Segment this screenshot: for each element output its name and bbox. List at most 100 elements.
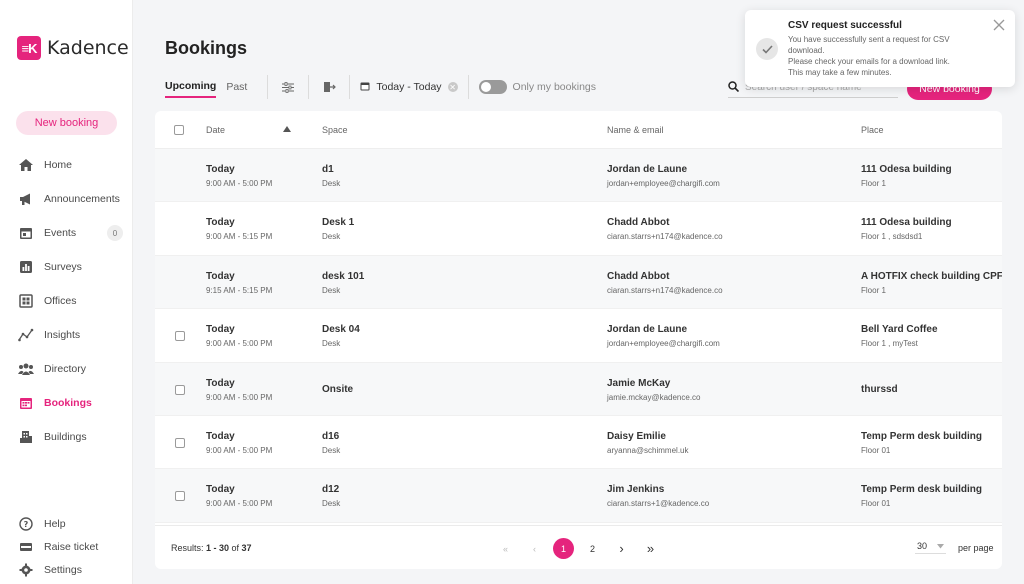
date-cell: Today 9:00 AM - 5:00 PM [206,324,272,348]
table-row[interactable]: Today 9:00 AM - 5:00 PM d1 Desk Jordan de La… [155,149,1002,203]
date-range-filter[interactable]: Today - Today ✕ [360,81,458,94]
place-cell: A HOTFIX check building CPF-3 Floor 1 [861,271,1002,295]
sidebar-item-offices[interactable]: Offices [0,284,133,318]
prev-page-icon[interactable]: ‹ [524,538,545,559]
sidebar-item-settings[interactable]: Settings [0,558,133,581]
place-cell: thurssd [861,384,898,395]
calendar-small-icon [360,81,370,94]
sidebar-new-booking-button[interactable]: New booking [16,111,117,135]
person-name: Chadd Abbot [607,270,670,282]
export-csv-icon[interactable] [319,77,339,97]
sort-ascending-icon[interactable] [283,126,291,132]
page-2-button[interactable]: 2 [582,538,603,559]
person-email: jamie.mckay@kadence.co [607,392,701,402]
place-detail: Floor 01 [861,445,891,455]
select-all-checkbox[interactable] [174,124,184,135]
sidebar-item-events[interactable]: Events 0 [0,216,133,250]
last-page-icon[interactable]: » [640,538,661,559]
name-email-cell: Chadd Abbot ciaran.starrs+n174@kadence.co [607,217,723,241]
results-of: of [229,543,242,553]
sidebar-item-buildings[interactable]: Buildings [0,420,133,454]
home-icon [18,157,34,173]
row-checkbox[interactable] [175,331,185,342]
name-email-cell: Jamie McKay jamie.mckay@kadence.co [607,378,701,402]
space-name: Onsite [322,383,354,395]
gear-icon [18,562,34,578]
person-email: ciaran.starrs+n174@kadence.co [607,232,723,242]
sidebar-item-label: Buildings [44,431,87,443]
sidebar-item-label: Home [44,159,73,171]
sidebar-item-directory[interactable]: Directory [0,352,133,386]
sidebar-item-label: Directory [44,363,87,375]
row-checkbox[interactable] [175,437,185,448]
person-name: Chadd Abbot [607,217,670,229]
bookings-table: Date Space Name & email Place Today 9:00 … [155,111,1002,525]
logo[interactable]: ≡K Kadence [17,36,129,60]
logo-text: Kadence [47,37,129,59]
place-cell: Temp Perm desk building Floor 01 [861,484,982,508]
place-detail: Floor 1 , myTest [861,339,918,349]
booking-date: Today [206,164,235,175]
table-row[interactable]: Today 9:00 AM - 5:00 PM Desk 04 Desk Jordan … [155,309,1002,363]
sidebar-item-insights[interactable]: Insights [0,318,133,352]
column-header-date[interactable]: Date [206,125,225,135]
per-page-select[interactable]: 30 [915,541,947,554]
sidebar-item-label: Offices [44,295,77,307]
csv-success-toast: CSV request successful You have successf… [745,10,1015,87]
results-prefix: Results: [171,543,207,553]
table-row[interactable]: Today 9:00 AM - 5:00 PM d12 Desk Jim Jenkins… [155,469,1002,523]
table-row[interactable]: Today 9:00 AM - 5:15 PM Desk 1 Desk Chadd Ab… [155,202,1002,256]
sidebar-item-home[interactable]: Home [0,148,133,182]
toast-title: CSV request successful [788,20,902,31]
place-cell: Temp Perm desk building Floor 01 [861,431,982,455]
table-body: Today 9:00 AM - 5:00 PM d1 Desk Jordan de La… [155,149,1002,523]
sidebar-item-label: Events [44,227,77,239]
place-name: Temp Perm desk building [861,484,982,496]
table-row[interactable]: Today 9:00 AM - 5:00 PM Onsite Jamie McKay j… [155,362,1002,416]
divider [349,75,351,99]
booking-date: Today [206,430,235,442]
bookings-toolbar: Upcoming Past Today - Today ✕ Only my bo… [165,74,596,100]
clear-date-icon[interactable]: ✕ [447,82,458,92]
date-cell: Today 9:00 AM - 5:15 PM [206,217,272,241]
only-my-bookings-toggle[interactable] [478,80,507,94]
sidebar-item-label: Bookings [44,397,92,409]
space-type: Desk [322,285,341,295]
place-name: Temp Perm desk building [861,430,982,442]
table-row[interactable]: Today 9:00 AM - 5:00 PM d16 Desk Daisy Emili… [155,416,1002,470]
space-cell: d16 Desk [322,431,340,455]
space-name: d1 [322,164,334,175]
filter-sliders-icon[interactable] [278,77,298,97]
calendar-icon [18,225,34,241]
place-detail: Floor 1 , sdsdsd1 [861,232,923,242]
close-icon[interactable] [993,18,1005,31]
pagination: « ‹ 1 2 › » [495,538,661,559]
space-name: d16 [322,430,340,442]
sidebar-item-label: Raise ticket [44,540,99,553]
bookings-calendar-icon [18,395,34,411]
page-1-button[interactable]: 1 [553,538,574,559]
place-cell: 111 Odesa building Floor 1 , sdsdsd1 [861,217,952,241]
name-email-cell: Chadd Abbot ciaran.starrs+n174@kadence.co [607,271,723,295]
next-page-icon[interactable]: › [611,538,632,559]
sidebar-item-announcements[interactable]: Announcements [0,182,133,216]
building-icon [18,429,34,445]
booking-time: 9:00 AM - 5:15 PM [206,232,273,242]
office-icon [18,293,34,309]
table-row[interactable]: Today 9:15 AM - 5:15 PM desk 101 Desk Chadd … [155,255,1002,310]
results-count: Results: 1 - 30 of 37 [171,543,252,553]
sidebar-item-help[interactable]: ? Help [0,512,133,535]
first-page-icon[interactable]: « [495,538,516,559]
date-cell: Today 9:00 AM - 5:00 PM [206,378,272,402]
sidebar-item-surveys[interactable]: Surveys [0,250,133,284]
row-checkbox[interactable] [175,491,185,502]
tab-upcoming[interactable]: Upcoming [165,76,217,98]
sidebar-item-label: Settings [44,563,82,576]
booking-time: 9:00 AM - 5:00 PM [206,445,273,455]
row-checkbox[interactable] [175,384,185,395]
space-cell: desk 101 Desk [322,271,364,295]
sidebar-item-bookings[interactable]: Bookings [0,386,133,420]
name-email-cell: Jordan de Laune jordan+employee@chargifi.… [607,324,720,348]
sidebar-item-raise-ticket[interactable]: Raise ticket [0,535,133,558]
tab-past[interactable]: Past [226,77,247,97]
